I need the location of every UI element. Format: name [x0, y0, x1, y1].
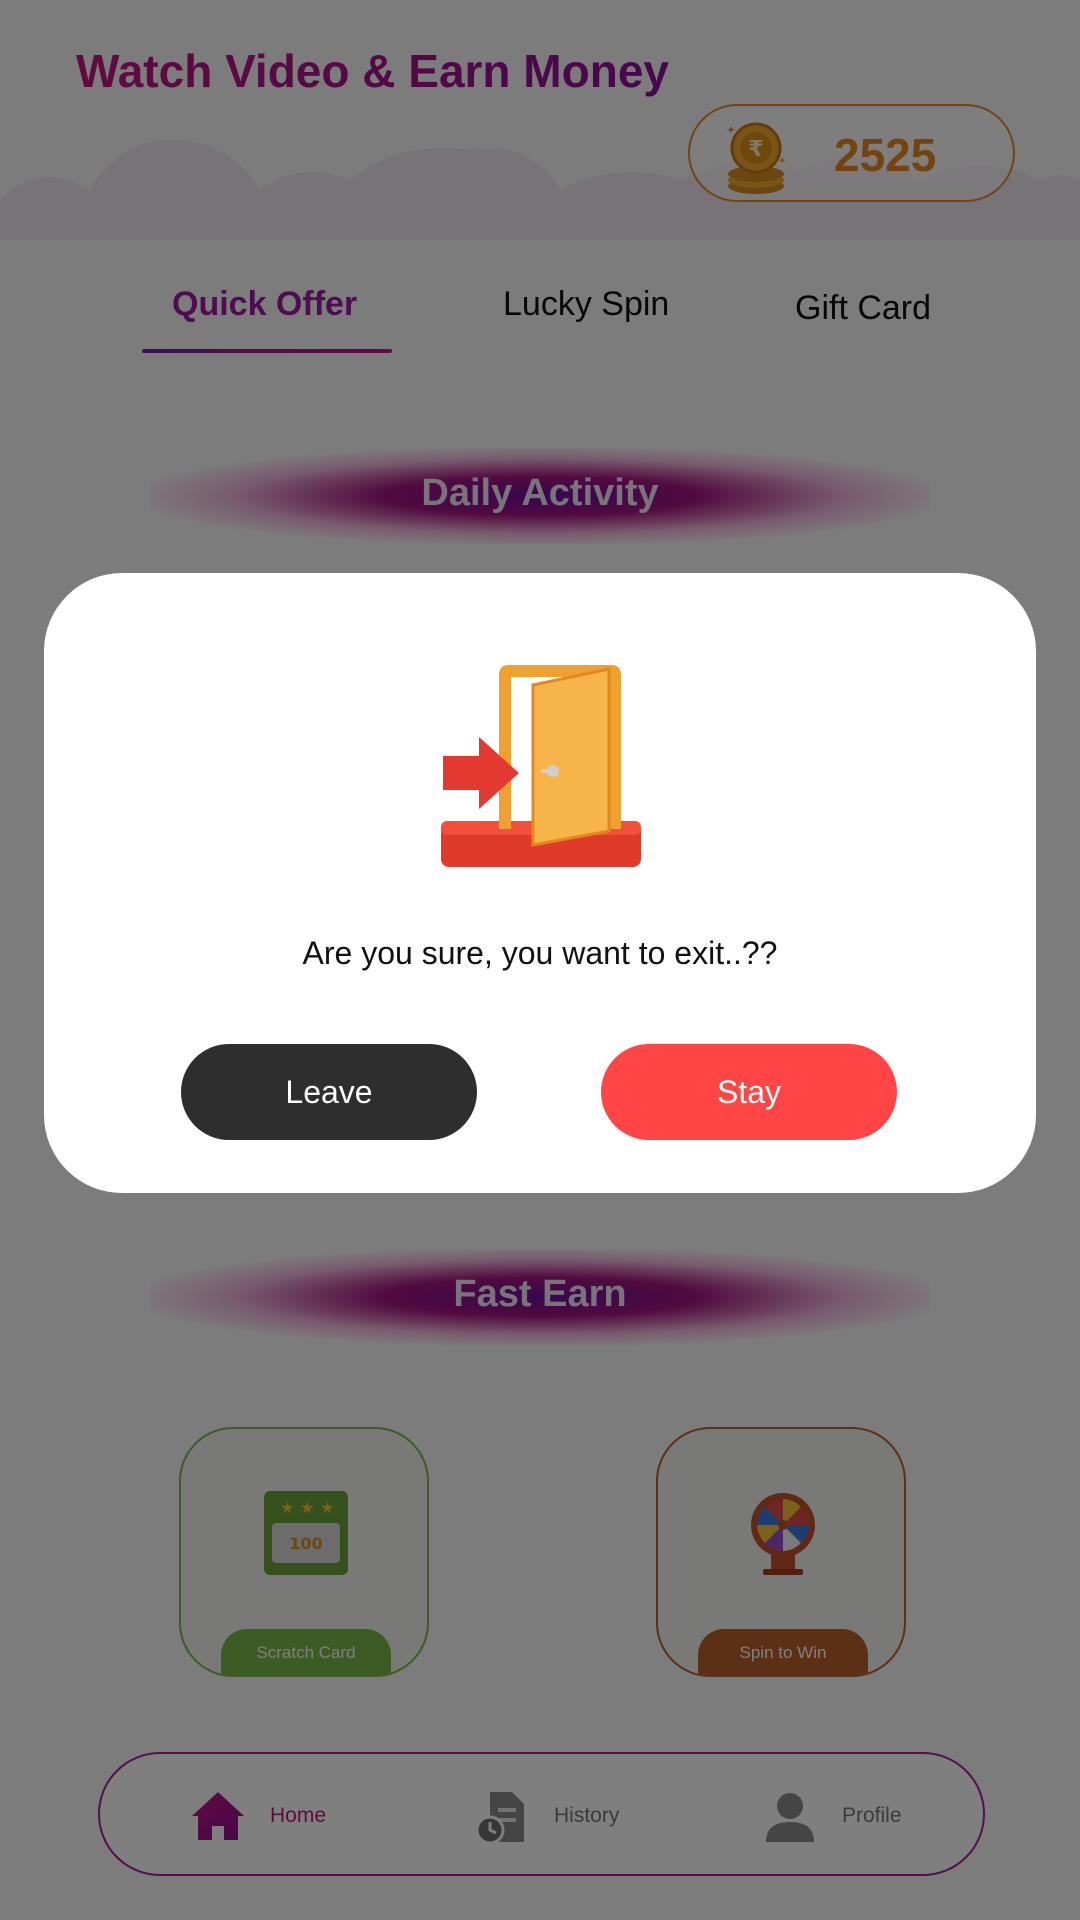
- exit-door-icon: [441, 665, 641, 867]
- exit-dialog: Are you sure, you want to exit..?? Leave…: [44, 573, 1036, 1193]
- stay-button[interactable]: Stay: [601, 1044, 897, 1140]
- exit-confirmation-message: Are you sure, you want to exit..??: [302, 935, 778, 971]
- leave-button[interactable]: Leave: [181, 1044, 477, 1140]
